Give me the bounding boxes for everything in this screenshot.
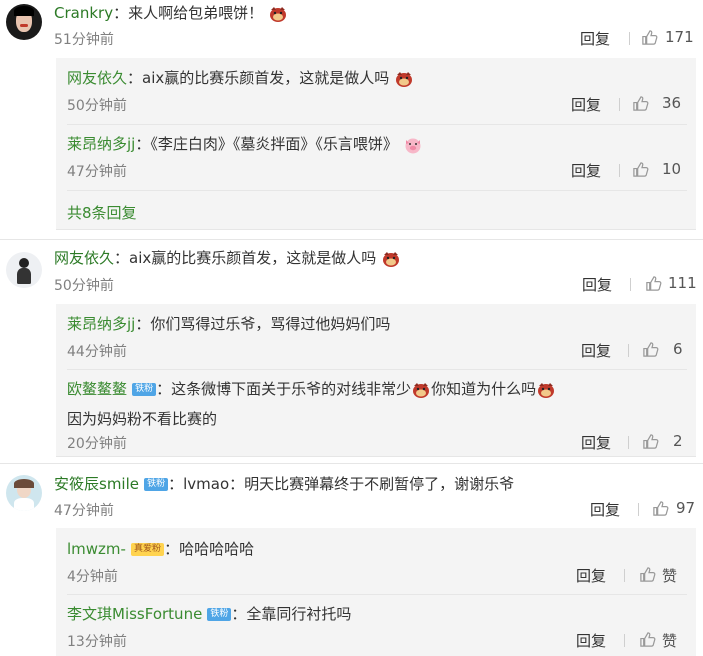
reply-button[interactable]: 回复 [580,28,610,49]
comment-text: ：来人啊给包弟喂饼！ [113,4,264,22]
like-count: 10 [662,160,682,178]
like-count: 111 [668,274,697,292]
reply-button[interactable]: 回复 [571,94,601,115]
like-label: 赞 [662,632,678,650]
like-icon[interactable] [652,500,669,517]
reply-button[interactable]: 回复 [576,630,606,651]
comment-2-body: 网友依久：aix赢的比赛乐颜首发，这就是做人吗 [54,247,401,268]
reply-button[interactable]: 回复 [571,160,601,181]
timestamp: 51分钟前 [54,32,114,48]
username[interactable]: 李文琪MissFortune [67,605,202,623]
avatar[interactable] [6,252,42,288]
username[interactable]: lmwzm- [67,540,126,558]
comment-text: ：lvmao：明天比赛弹幕终于不刷暂停了，谢谢乐爷 [168,475,515,493]
timestamp: 47分钟前 [54,503,114,519]
reply-text: ：《李庄白肉》《墓炎拌面》《乐言喂饼》 [135,135,398,153]
reply-button[interactable]: 回复 [581,340,611,361]
divider [624,569,625,582]
reply-button[interactable]: 回复 [576,565,606,586]
like-count: 171 [665,28,694,46]
comment-1-body: Crankry：来人啊给包弟喂饼！ [54,2,288,23]
divider [638,503,639,516]
username[interactable]: 莱昂纳多jj [67,315,135,333]
divider [628,436,629,449]
username[interactable]: 安筱辰smile [54,475,139,493]
like-icon[interactable] [639,631,656,648]
divider [0,239,703,240]
like-icon[interactable] [632,161,649,178]
like-icon[interactable] [632,95,649,112]
divider [629,32,630,45]
pig-emoji-icon [403,136,423,154]
reply-text: ：哈哈哈哈哈 [164,540,255,558]
doge-emoji-icon [411,381,431,399]
fan-badge: 铁粉 [132,383,157,396]
fan-badge: 铁粉 [144,478,169,491]
like-count: 2 [673,432,683,450]
timestamp: 50分钟前 [54,278,114,294]
like-icon[interactable] [641,29,658,46]
reply-2-body: 莱昂纳多jj：《李庄白肉》《墓炎拌面》《乐言喂饼》 [67,133,423,154]
like-icon[interactable] [645,275,662,292]
like-icon[interactable] [642,433,659,450]
view-all-replies-link[interactable]: 共8条回复 [67,202,137,223]
divider [0,463,703,464]
timestamp: 50分钟前 [67,98,127,114]
reply-button[interactable]: 回复 [581,432,611,453]
divider [624,634,625,647]
timestamp: 47分钟前 [67,164,127,180]
reply-button[interactable]: 回复 [582,274,612,295]
doge-emoji-icon [381,250,401,268]
doge-emoji-icon [268,5,288,23]
reply-text-continued: 你知道为什么吗 [431,380,537,398]
reply-button[interactable]: 回复 [590,499,620,520]
divider [619,98,620,111]
divider [67,190,687,191]
timestamp: 13分钟前 [67,634,127,650]
username[interactable]: Crankry [54,4,113,22]
avatar[interactable] [6,4,42,40]
reply-2-body: 李文琪MissFortune 铁粉 ：全靠同行衬托吗 [67,603,351,624]
username[interactable]: 网友依久 [54,249,114,267]
username[interactable]: 欧鳌鳌鳌 [67,380,127,398]
doge-emoji-icon [536,381,556,399]
reply-2-body: 欧鳌鳌鳌 铁粉 ：这条微博下面关于乐爷的对线非常少 你知道为什么吗 [67,378,556,399]
fan-badge: 真爱粉 [131,543,165,556]
divider [67,369,687,370]
comment-text: ：aix赢的比赛乐颜首发，这就是做人吗 [114,249,377,267]
like-count: 6 [673,340,683,358]
like-count: 36 [662,94,682,112]
reply-1-body: 网友依久：aix赢的比赛乐颜首发，这就是做人吗 [67,67,414,88]
reply-text-line-2: 因为妈妈粉不看比赛的 [67,410,218,428]
reply-text: ：这条微博下面关于乐爷的对线非常少 [156,380,412,398]
divider [67,124,687,125]
divider [630,278,631,291]
username[interactable]: 网友依久 [67,69,127,87]
reply-1-body: lmwzm- 真爱粉 ：哈哈哈哈哈 [67,538,254,559]
divider [67,594,687,595]
username[interactable]: 莱昂纳多jj [67,135,135,153]
comment-3-body: 安筱辰smile 铁粉 ：lvmao：明天比赛弹幕终于不刷暂停了，谢谢乐爷 [54,473,514,494]
timestamp: 44分钟前 [67,344,127,360]
like-count: 97 [676,499,696,517]
like-label: 赞 [662,567,678,585]
like-icon[interactable] [639,566,656,583]
reply-1-body: 莱昂纳多jj：你们骂得过乐爷，骂得过他妈妈们吗 [67,313,390,334]
fan-badge: 铁粉 [207,608,232,621]
avatar[interactable] [6,475,42,511]
divider [628,344,629,357]
timestamp: 20分钟前 [67,436,127,452]
timestamp: 4分钟前 [67,569,118,585]
doge-emoji-icon [394,70,414,88]
reply-text: ：全靠同行衬托吗 [231,605,352,623]
reply-text: ：aix赢的比赛乐颜首发，这就是做人吗 [127,69,390,87]
reply-text: ：你们骂得过乐爷，骂得过他妈妈们吗 [135,315,391,333]
like-icon[interactable] [642,341,659,358]
divider [619,164,620,177]
